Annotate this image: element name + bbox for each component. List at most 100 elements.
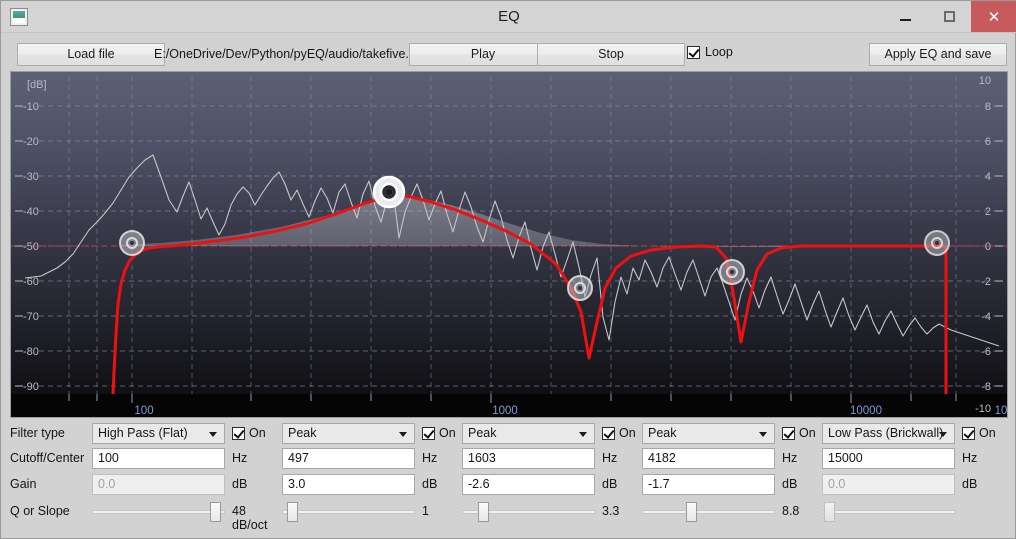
cutoff-input-2[interactable]: 497 [282,448,415,469]
close-button[interactable]: ✕ [971,1,1016,32]
q-slider-track-1[interactable] [92,510,225,514]
handle-lowpass[interactable] [924,230,950,256]
filter-on-label-1: On [249,426,266,440]
filter-type-value-4: Peak [648,426,677,440]
filter-on-box-4[interactable] [782,426,795,440]
q-slider-track-2[interactable] [282,510,415,514]
q-slider-thumb-4[interactable] [686,502,697,522]
q-slider-2[interactable] [282,501,415,523]
handle-peak-2[interactable] [567,275,593,301]
unit-db-5: dB [962,477,978,491]
q-slider-3[interactable] [462,501,595,523]
filter-on-box-1[interactable] [232,426,245,440]
cutoff-input-1[interactable]: 100 [92,448,225,469]
gain-input-4[interactable]: -1.7 [642,474,775,495]
unit-hz-5: Hz [962,451,978,465]
label-filter-type: Filter type [10,426,65,440]
svg-text:-10: -10 [23,101,39,113]
unit-db-2: dB [422,477,438,491]
svg-text:-60: -60 [23,276,39,288]
q-slider-thumb-1[interactable] [210,502,221,522]
filter-on-label-4: On [799,426,816,440]
handle-peak-1-selected[interactable] [372,175,406,209]
filter-on-checkbox-3[interactable]: On [602,426,636,440]
eq-graph-panel[interactable]: [dB] -10 -20 -30 -40 -50 -60 -70 -80 -90 [10,71,1008,418]
load-file-button[interactable]: Load file [17,43,165,66]
gain-input-5[interactable]: 0.0 [822,474,955,495]
handle-peak-3[interactable] [719,259,745,285]
eq-graph-canvas[interactable]: [dB] -10 -20 -30 -40 -50 -60 -70 -80 -90 [11,72,1007,417]
filter-column-5: Low Pass (Brickwall) On 15000 Hz 0.0 dB [822,421,1012,531]
filter-on-box-5[interactable] [962,426,975,440]
filter-type-select-1[interactable]: High Pass (Flat) [92,423,225,444]
svg-text:-30: -30 [23,171,39,183]
cutoff-input-4[interactable]: 4182 [642,448,775,469]
svg-text:6: 6 [985,136,991,148]
filter-on-checkbox-5[interactable]: On [962,426,996,440]
filter-column-4: Peak On 4182 Hz -1.7 dB 8.8 [642,421,832,531]
svg-text:10: 10 [979,75,991,87]
toolbar: Load file E:/OneDrive/Dev/Python/pyEQ/au… [9,37,1009,71]
title-bar: EQ ✕ [1,1,1016,33]
cutoff-input-5[interactable]: 15000 [822,448,955,469]
unit-hz-2: Hz [422,451,438,465]
filter-type-value-2: Peak [288,426,317,440]
svg-text:4: 4 [985,171,991,183]
apply-eq-and-save-button[interactable]: Apply EQ and save [869,43,1007,66]
q-slider-thumb-5[interactable] [824,502,835,522]
play-button[interactable]: Play [409,43,557,66]
filter-type-value-5: Low Pass (Brickwall) [828,426,944,440]
unit-db-4: dB [782,477,798,491]
label-q-or-slope: Q or Slope [10,504,70,518]
chevron-down-icon [759,432,767,437]
svg-text:-2: -2 [981,276,991,288]
q-slider-5[interactable] [822,501,955,523]
eq-application-window: EQ ✕ Load file E:/OneDrive/Dev/Python/py… [0,0,1016,539]
y-axis-left-unit-label: [dB] [27,79,47,91]
q-slider-4[interactable] [642,501,775,523]
q-slider-thumb-2[interactable] [287,502,298,522]
loop-checkbox-box[interactable] [687,45,700,59]
q-slider-1[interactable] [92,501,225,523]
svg-text:1000: 1000 [492,405,518,417]
svg-text:-80: -80 [23,346,39,358]
maximize-button[interactable] [927,1,971,32]
loop-checkbox[interactable]: Loop [687,45,733,59]
q-value-4: 8.8 [782,504,800,518]
filter-on-label-5: On [979,426,996,440]
chevron-down-icon [579,432,587,437]
svg-text:10: 10 [995,405,1007,417]
filter-on-checkbox-4[interactable]: On [782,426,816,440]
filter-on-label-3: On [619,426,636,440]
filter-type-select-4[interactable]: Peak [642,423,775,444]
filter-column-1: High Pass (Flat) On 100 Hz 0.0 dB 48 dB/… [92,421,282,532]
loop-label: Loop [705,45,733,59]
stop-button[interactable]: Stop [537,43,685,66]
gain-input-2[interactable]: 3.0 [282,474,415,495]
minimize-button[interactable] [883,1,927,32]
svg-text:-20: -20 [23,136,39,148]
svg-text:8: 8 [985,101,991,113]
q-slider-track-4[interactable] [642,510,775,514]
q-slider-thumb-3[interactable] [478,502,489,522]
svg-text:0: 0 [985,241,991,253]
gain-input-1[interactable]: 0.0 [92,474,225,495]
window-title: EQ [498,8,520,25]
q-slider-track-5[interactable] [822,510,955,514]
svg-text:2: 2 [985,206,991,218]
unit-db-1: dB [232,477,248,491]
filter-on-box-2[interactable] [422,426,435,440]
filter-on-checkbox-1[interactable]: On [232,426,266,440]
filter-type-select-2[interactable]: Peak [282,423,415,444]
filter-type-select-3[interactable]: Peak [462,423,595,444]
svg-text:-4: -4 [981,311,991,323]
filter-on-box-3[interactable] [602,426,615,440]
filter-type-value-3: Peak [468,426,497,440]
chevron-down-icon [209,432,217,437]
gain-input-3[interactable]: -2.6 [462,474,595,495]
filter-on-checkbox-2[interactable]: On [422,426,456,440]
cutoff-input-3[interactable]: 1603 [462,448,595,469]
unit-db-3: dB [602,477,618,491]
handle-highpass[interactable] [119,230,145,256]
filter-type-select-5[interactable]: Low Pass (Brickwall) [822,423,955,444]
